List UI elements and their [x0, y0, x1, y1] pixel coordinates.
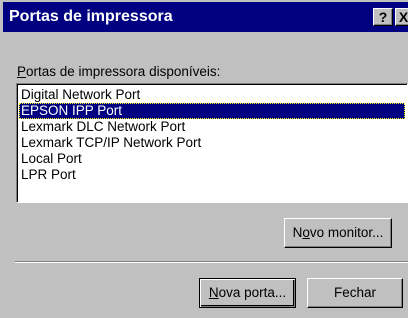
list-item-epson-ipp-port[interactable]: EPSON IPP Port — [19, 103, 405, 119]
list-item-digital-network-port[interactable]: Digital Network Port — [19, 87, 405, 103]
printer-ports-dialog: Portas de impressora ? X Portas de impre… — [0, 0, 408, 318]
available-ports-label: Portas de impressora disponíveis: — [17, 64, 220, 79]
list-item-lpr-port[interactable]: LPR Port — [19, 167, 405, 183]
close-button[interactable]: X — [395, 8, 408, 26]
new-monitor-pre: N — [292, 225, 303, 240]
new-port-button[interactable]: Nova porta... — [199, 278, 296, 308]
label-text: ortas de impressora disponíveis: — [26, 64, 221, 79]
close-dialog-button[interactable]: Fechar — [307, 278, 403, 308]
new-monitor-post: vo monitor... — [309, 225, 384, 240]
title-bar[interactable]: Portas de impressora ? X — [3, 2, 408, 32]
list-item-lexmark-tcpip-network-port[interactable]: Lexmark TCP/IP Network Port — [19, 135, 405, 151]
new-port-post: ova porta... — [218, 285, 287, 300]
help-button[interactable]: ? — [373, 8, 393, 26]
separator — [15, 261, 408, 263]
label-accelerator: P — [17, 64, 27, 79]
ports-listbox[interactable]: Digital Network Port EPSON IPP Port Lexm… — [16, 83, 408, 203]
list-item-lexmark-dlc-network-port[interactable]: Lexmark DLC Network Port — [19, 119, 405, 135]
new-monitor-accel: o — [302, 225, 310, 240]
window-title: Portas de impressora — [9, 8, 173, 25]
new-port-accel: N — [208, 285, 219, 300]
list-item-local-port[interactable]: Local Port — [19, 151, 405, 167]
new-monitor-button[interactable]: Novo monitor... — [284, 218, 392, 248]
